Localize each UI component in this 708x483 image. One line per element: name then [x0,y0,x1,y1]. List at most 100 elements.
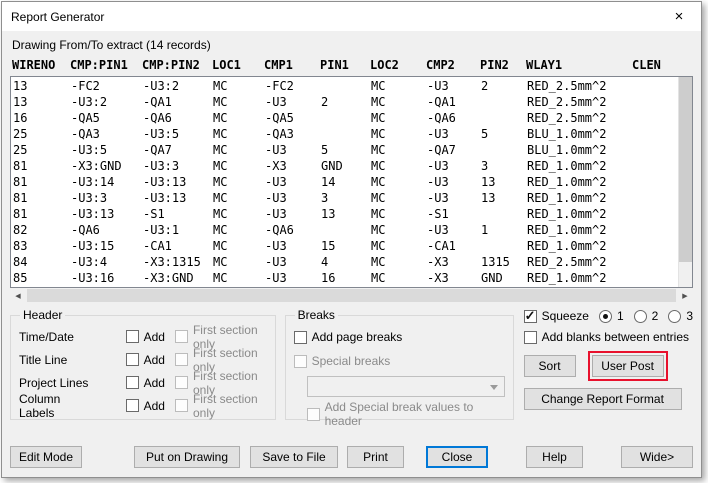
table-cell: 83 [13,239,28,253]
table-row[interactable]: 25 -U3:5 -QA7 MC -U3 5 MC -QA7 BLU_1.0mm^2 [13,142,676,158]
table-cell: MC [371,143,386,157]
table-cell: -U3 [427,159,449,173]
table-cell: 81 [13,175,28,189]
squeeze-radio-1[interactable]: 1 [598,309,624,323]
checkbox-label: Add Special break values to header [324,400,474,428]
table-cell: GND [481,271,503,285]
table-row[interactable]: 25 -QA3 -U3:5 MC -QA3 MC -U3 5 BLU_1.0mm^2 [13,126,676,142]
table-cell: -U3 [265,271,287,285]
table-cell: BLU_1.0mm^2 [527,127,607,141]
scroll-right-icon[interactable]: ▶ [677,288,693,303]
table-cell: 16 [13,111,28,125]
table-row[interactable]: 81 -U3:14 -U3:13 MC -U3 14 MC -U3 13 RED_1.0mm^2 [13,174,676,190]
table-cell: RED_1.0mm^2 [527,207,607,221]
table-row[interactable]: 81 -X3:GND -U3:3 MC -X3 GND MC -U3 3 RED_1.0mm^2 [13,158,676,174]
table-cell: -U3:13 [143,175,187,189]
table-cell: 13 [481,175,496,189]
table-cell: MC [213,79,228,93]
table-cell: -QA6 [427,111,456,125]
table-cell: -CA1 [143,239,172,253]
add-blanks-checkbox[interactable]: Add blanks between entries [523,330,689,344]
columnlabels-add-checkbox[interactable]: Add [125,399,165,413]
save-to-file-button[interactable]: Save to File [250,446,338,468]
table-cell: 2 [321,95,329,109]
checkbox-icon [523,330,537,344]
checkbox-label: Add [143,352,165,367]
titleline-add-checkbox[interactable]: Add [125,352,165,367]
table-cell: -QA1 [427,95,456,109]
close-icon[interactable]: × [657,2,701,31]
breaks-group-title: Breaks [297,308,335,322]
print-button[interactable]: Print [347,446,404,468]
checkbox-icon [306,407,320,421]
checkbox-label: Special breaks [311,354,391,368]
table-cell: -U3:3 [71,191,108,205]
table-cell: MC [371,271,386,285]
projectlines-add-checkbox[interactable]: Add [125,376,165,390]
column-header: PIN2 [480,58,509,72]
table-cell: -QA3 [265,127,294,141]
checkbox-icon [293,354,307,368]
horizontal-scrollbar-thumb[interactable] [27,289,676,302]
scroll-left-icon[interactable]: ◀ [10,288,26,303]
records-list[interactable]: 13 -FC2 -U3:2 MC -FC2 MC -U3 2 RED_2.5mm^2 13 -U3:… [10,76,693,288]
table-cell: MC [213,127,228,141]
add-blanks-row: Add blanks between entries [523,330,693,344]
close-button[interactable]: Close [426,446,488,468]
table-cell: -U3:1 [143,223,180,237]
table-cell: MC [371,111,386,125]
table-cell: -QA3 [71,127,100,141]
special-values-row: Add Special break values to header [306,400,505,428]
table-cell: RED_1.0mm^2 [527,239,607,253]
header-group: Header Time/Date Add First section only … [10,308,276,420]
table-row[interactable]: 82 -QA6 -U3:1 MC -QA6 MC -U3 1 RED_1.0mm^2 [13,222,676,238]
table-cell: RED_2.5mm^2 [527,79,607,93]
squeeze-row: Squeeze 1 2 3 [523,308,693,324]
table-cell: -X3:1315 [143,255,201,269]
timedate-add-checkbox[interactable]: Add [125,329,165,344]
table-row[interactable]: 85 -U3:16 -X3:GND MC -U3 16 MC -X3 GND RED_1.0mm^… [13,270,676,286]
table-row[interactable]: 83 -U3:15 -CA1 MC -U3 15 MC -CA1 RED_1.0mm^2 [13,238,676,254]
table-cell: RED_1.0mm^2 [527,159,607,173]
edit-mode-button[interactable]: Edit Mode [10,446,82,468]
table-cell: RED_1.0mm^2 [527,191,607,205]
add-page-breaks-checkbox[interactable]: Add page breaks [293,330,403,344]
table-cell: -QA7 [427,143,456,157]
table-row[interactable]: 13 -U3:2 -QA1 MC -U3 2 MC -QA1 RED_2.5mm^2 [13,94,676,110]
radio-label: 2 [651,309,659,323]
change-report-format-button[interactable]: Change Report Format [523,388,682,410]
vertical-scrollbar[interactable] [678,77,692,287]
help-button[interactable]: Help [526,446,583,468]
column-header: CMP:PIN2 [142,58,200,72]
wide-button[interactable]: Wide> [621,446,693,468]
table-row[interactable]: 84 -U3:4 -X3:1315 MC -U3 4 MC -X3 1315 RED_2.5mm^… [13,254,676,270]
dialog-body: Drawing From/To extract (14 records) WIR… [2,38,701,468]
checkbox-label: Add page breaks [311,330,403,344]
squeeze-radio-3[interactable]: 3 [668,309,693,323]
table-cell: -U3 [427,79,449,93]
page-breaks-row: Add page breaks [293,325,505,349]
horizontal-scrollbar[interactable]: ◀ ▶ [10,288,693,303]
table-cell: 5 [321,143,329,157]
table-cell: -U3:16 [71,271,115,285]
table-row[interactable]: 13 -FC2 -U3:2 MC -FC2 MC -U3 2 RED_2.5mm^2 [13,78,676,94]
vertical-scrollbar-thumb[interactable] [679,77,692,262]
sort-button[interactable]: Sort [523,355,576,377]
table-cell: -S1 [143,207,165,221]
column-header: WLAY1 [526,58,563,72]
table-cell: -X3 [427,271,449,285]
user-post-button[interactable]: User Post [591,355,664,377]
column-header: CMP1 [264,58,293,72]
squeeze-radio-2[interactable]: 2 [633,309,659,323]
table-row[interactable]: 81 -U3:3 -U3:13 MC -U3 3 MC -U3 13 RED_1.0mm^2 [13,190,676,206]
checkbox-label: Add [143,329,165,344]
checkbox-label: Add blanks between entries [541,330,689,344]
table-row[interactable]: 16 -QA5 -QA6 MC -QA5 MC -QA6 RED_2.5mm^2 [13,110,676,126]
put-on-drawing-button[interactable]: Put on Drawing [134,446,240,468]
title-bar[interactable]: Report Generator × [2,2,701,31]
table-cell [321,222,371,238]
table-row[interactable]: 81 -U3:13 -S1 MC -U3 13 MC -S1 RED_1.0mm^2 [13,206,676,222]
checkbox-label: First section only [192,391,258,420]
table-cell: 25 [13,143,28,157]
squeeze-checkbox[interactable]: Squeeze [523,308,589,324]
